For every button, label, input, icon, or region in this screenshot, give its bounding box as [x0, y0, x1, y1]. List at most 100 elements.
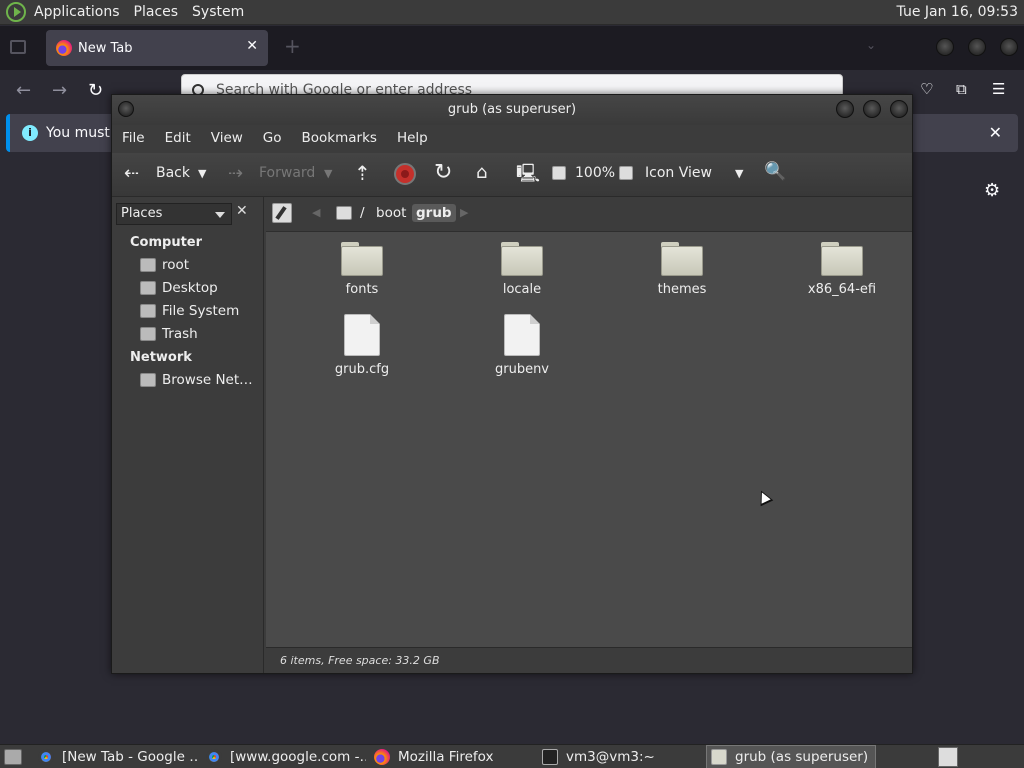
search-icon[interactable]: 🔍 [764, 161, 786, 182]
title-bar[interactable]: grub (as superuser) [112, 95, 912, 125]
view-mode-select[interactable]: Icon View [645, 165, 712, 181]
reload-icon[interactable]: ↻ [88, 80, 103, 101]
computer-icon[interactable]: 🖳 [516, 161, 540, 191]
workspace-switcher[interactable] [938, 747, 958, 767]
close-button[interactable] [1000, 38, 1018, 56]
minimize-button[interactable] [936, 38, 954, 56]
back-button[interactable]: Back [156, 165, 190, 181]
minimize-button[interactable] [836, 100, 854, 118]
firefox-tabbar: New Tab ✕ + ⌄ [0, 26, 1024, 70]
menu-icon[interactable]: ☰ [992, 80, 1005, 98]
file-view[interactable]: fonts locale themes x86_64-efi grub.cfg … [266, 231, 912, 647]
sidebar-item-label: Desktop [162, 280, 218, 296]
pocket-icon[interactable]: ♡ [920, 80, 933, 98]
close-tab-icon[interactable]: ✕ [246, 38, 258, 54]
folder-item[interactable]: x86_64-efi [782, 242, 902, 297]
path-segment-boot[interactable]: boot [376, 205, 406, 221]
file-item[interactable]: grub.cfg [302, 314, 422, 377]
taskbar-item-label: vm3@vm3:~ [566, 749, 655, 765]
path-segment-grub[interactable]: grub [412, 204, 456, 222]
sidebar: Places ✕ Computer root Desktop File Syst… [112, 197, 264, 673]
new-tab-icon[interactable]: + [284, 34, 301, 58]
sidebar-item-trash[interactable]: Trash [140, 326, 198, 342]
back-arrow-icon[interactable]: ← [16, 80, 31, 101]
tab-label: New Tab [78, 40, 133, 56]
file-item[interactable]: grubenv [462, 314, 582, 377]
taskbar-item-new-tab-google[interactable]: [New Tab - Google … [38, 745, 198, 768]
places-menu[interactable]: Places [134, 4, 179, 20]
menu-bar: File Edit View Go Bookmarks Help [112, 125, 912, 151]
sidebar-item-label: root [162, 257, 190, 273]
mate-logo-icon[interactable] [6, 2, 26, 22]
menu-go[interactable]: Go [263, 130, 282, 146]
gear-icon[interactable]: ⚙ [984, 180, 1000, 201]
sidebar-selector-value: Places [121, 206, 163, 221]
extensions-icon[interactable]: ⧉ [956, 80, 967, 98]
menu-edit[interactable]: Edit [165, 130, 191, 146]
status-bar: 6 items, Free space: 33.2 GB [266, 647, 912, 673]
sidebar-selector[interactable]: Places [116, 203, 232, 225]
drive-icon [140, 304, 156, 318]
clock[interactable]: Tue Jan 16, 09:53 [897, 4, 1018, 20]
back-history-chevron-icon[interactable]: ▼ [198, 167, 206, 180]
maximize-button[interactable] [968, 38, 986, 56]
drive-icon[interactable] [336, 206, 352, 220]
item-label: locale [502, 282, 542, 297]
chevron-down-icon [215, 212, 225, 218]
stop-icon[interactable] [394, 163, 416, 185]
sidebar-item-desktop[interactable]: Desktop [140, 280, 218, 296]
sidebar-item-root[interactable]: root [140, 257, 189, 273]
maximize-button[interactable] [863, 100, 881, 118]
taskbar-item-grub[interactable]: grub (as superuser) [706, 745, 876, 768]
edit-location-icon[interactable] [272, 203, 292, 223]
file-icon [504, 314, 540, 356]
folder-item[interactable]: fonts [302, 242, 422, 297]
window-title: grub (as superuser) [447, 102, 577, 117]
taskbar-item-label: grub (as superuser) [735, 749, 869, 765]
tab-list-icon[interactable] [10, 40, 26, 54]
folder-icon [661, 242, 703, 276]
sidebar-item-label: File System [162, 303, 240, 319]
sidebar-item-browse-network[interactable]: Browse Net… [140, 372, 253, 388]
home-folder-icon [140, 258, 156, 272]
close-notification-icon[interactable]: ✕ [989, 123, 1002, 142]
menu-file[interactable]: File [122, 130, 145, 146]
info-icon: i [22, 125, 38, 141]
zoom-level[interactable]: 100% [575, 165, 615, 181]
applications-menu[interactable]: Applications [34, 4, 120, 20]
view-mode-chevron-icon[interactable]: ▼ [735, 167, 743, 180]
status-text: 6 items, Free space: 33.2 GB [280, 654, 440, 667]
menu-view[interactable]: View [211, 130, 243, 146]
path-scroll-left-icon[interactable]: ◀ [312, 206, 320, 219]
folder-item[interactable]: locale [462, 242, 582, 297]
taskbar-item-google-com[interactable]: [www.google.com -… [206, 745, 366, 768]
sidebar-item-file-system[interactable]: File System [140, 303, 239, 319]
folder-icon [341, 242, 383, 276]
path-root[interactable]: / [360, 205, 365, 221]
bottom-panel: [New Tab - Google … [www.google.com -… M… [0, 744, 1024, 768]
system-menu[interactable]: System [192, 4, 244, 20]
desktop-icon [140, 281, 156, 295]
path-scroll-right-icon[interactable]: ▶ [460, 206, 468, 219]
sidebar-heading-network: Network [130, 350, 192, 365]
close-sidebar-icon[interactable]: ✕ [236, 203, 248, 219]
chrome-icon [38, 749, 54, 765]
up-arrow-icon[interactable]: ⇡ [354, 161, 371, 185]
reload-icon[interactable]: ↻ [434, 160, 452, 185]
forward-arrow-icon[interactable]: → [52, 80, 67, 101]
chevron-down-icon[interactable]: ⌄ [866, 38, 876, 52]
top-panel: Applications Places System Tue Jan 16, 0… [0, 0, 1024, 25]
taskbar-item-firefox[interactable]: Mozilla Firefox [374, 745, 534, 768]
back-arrow-icon[interactable]: ⇠ [124, 163, 139, 184]
folder-item[interactable]: themes [622, 242, 742, 297]
home-icon[interactable]: ⌂ [476, 162, 487, 183]
menu-bookmarks[interactable]: Bookmarks [302, 130, 377, 146]
zoom-in-icon[interactable] [619, 166, 633, 180]
close-button[interactable] [890, 100, 908, 118]
firefox-tab-new-tab[interactable]: New Tab ✕ [46, 30, 268, 66]
zoom-out-icon[interactable] [552, 166, 566, 180]
taskbar-item-terminal[interactable]: vm3@vm3:~ [542, 745, 702, 768]
menu-help[interactable]: Help [397, 130, 428, 146]
show-desktop-icon[interactable] [4, 749, 22, 765]
sidebar-item-label: Browse Net… [162, 372, 253, 388]
